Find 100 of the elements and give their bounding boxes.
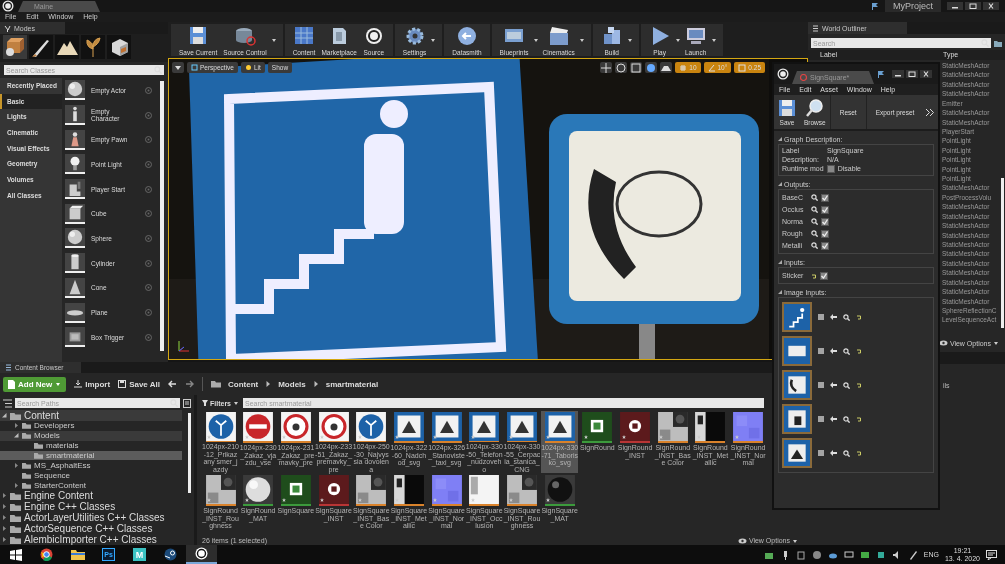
chair-icon — [65, 179, 85, 200]
folder-item[interactable]: Engine C++ Classes — [0, 501, 182, 512]
back-icon[interactable] — [167, 380, 177, 388]
arrow-left-icon[interactable] — [830, 348, 837, 354]
browser-icon[interactable] — [40, 548, 53, 561]
caret-icon[interactable] — [270, 37, 277, 43]
leaf-icon[interactable] — [81, 35, 105, 59]
caret-icon[interactable] — [532, 37, 539, 43]
star-icon — [244, 498, 249, 502]
puzzle-icon[interactable] — [875, 549, 886, 560]
help-icon — [145, 185, 152, 193]
cube-icon[interactable] — [107, 35, 131, 59]
folder-icon[interactable] — [70, 549, 85, 560]
folder-item[interactable]: ActorLayerUtilities C++ Classes — [0, 512, 182, 523]
steam-icon[interactable] — [164, 548, 177, 561]
pawn-icon — [65, 129, 85, 150]
import-button[interactable]: Import — [74, 379, 111, 389]
double-chevron-icon[interactable] — [925, 107, 934, 117]
arrow-left-icon[interactable] — [830, 382, 837, 388]
folder-item[interactable]: smartmaterial — [0, 450, 182, 461]
checkbox[interactable] — [821, 217, 829, 226]
save-all-button[interactable]: Save All — [118, 379, 160, 389]
chip-icon[interactable] — [859, 549, 870, 560]
arrow-left-icon[interactable] — [830, 450, 837, 456]
expander-icon[interactable] — [2, 526, 7, 531]
folder-item[interactable]: Sequence — [0, 470, 182, 481]
checkbox[interactable] — [820, 271, 828, 280]
mountain-icon[interactable] — [55, 35, 79, 59]
filter-icon[interactable] — [3, 398, 12, 408]
caret-icon[interactable] — [674, 37, 681, 43]
folder-item[interactable]: Engine Content — [0, 490, 182, 501]
checkbox[interactable] — [821, 241, 829, 250]
expander-icon[interactable] — [2, 413, 7, 418]
folder-item[interactable]: MS_AsphaltEss — [0, 460, 182, 471]
breadcrumb-link[interactable]: smartmaterial — [325, 379, 379, 389]
star-icon — [395, 435, 400, 439]
bulb-icon — [65, 154, 85, 175]
expander-icon[interactable] — [2, 493, 7, 498]
chevron-icon — [265, 380, 272, 388]
breadcrumb-link[interactable]: Models — [278, 379, 306, 389]
forward-icon[interactable] — [184, 380, 194, 388]
folder-item[interactable]: Content — [0, 410, 182, 421]
checkbox[interactable] — [821, 229, 829, 238]
reset-icon[interactable] — [811, 272, 817, 279]
document-icon — [8, 379, 15, 389]
expander-icon[interactable] — [2, 515, 7, 520]
folder-item[interactable]: ActorSequence C++ Classes — [0, 523, 182, 534]
folder-item[interactable]: Models — [0, 430, 182, 441]
expander-icon[interactable] — [2, 537, 7, 542]
folder-item[interactable]: Developers — [0, 421, 182, 431]
arrow-left-icon[interactable] — [830, 314, 837, 320]
maximize-icon[interactable] — [906, 70, 918, 78]
folder-item[interactable]: StarterContent — [0, 480, 182, 490]
caret-icon[interactable] — [993, 340, 999, 346]
minimize-icon[interactable] — [892, 70, 904, 78]
reset-icon[interactable] — [856, 382, 862, 388]
expander-icon[interactable] — [14, 482, 19, 488]
display-icon[interactable] — [843, 549, 854, 560]
breadcrumb-link[interactable]: Content — [227, 379, 259, 389]
checkbox[interactable] — [821, 205, 829, 214]
folder-item[interactable]: AlembicImporter C++ Classes — [0, 534, 182, 545]
checkbox[interactable] — [826, 165, 835, 173]
caret-icon[interactable] — [233, 400, 239, 406]
expander-icon[interactable] — [2, 504, 7, 509]
scrollbar[interactable] — [1001, 178, 1004, 328]
minimize-icon[interactable] — [947, 2, 963, 10]
arrow-left-icon[interactable] — [830, 416, 837, 422]
panel-icon[interactable] — [183, 398, 191, 408]
scrollbar[interactable] — [188, 413, 191, 493]
search-icon — [811, 218, 818, 225]
logo-icon[interactable] — [195, 547, 208, 560]
help-icon — [145, 160, 152, 168]
checkbox[interactable] — [821, 193, 829, 202]
caret-icon[interactable] — [792, 537, 798, 544]
help-icon — [145, 284, 152, 292]
folder-item[interactable]: materials — [0, 440, 182, 451]
device-icon[interactable] — [795, 549, 806, 560]
caret-icon[interactable] — [578, 37, 585, 43]
pen-icon[interactable] — [907, 549, 918, 560]
notification-icon[interactable] — [986, 549, 997, 560]
cube-icon — [65, 203, 85, 224]
brush-icon[interactable] — [29, 35, 53, 59]
caret-icon[interactable] — [710, 37, 717, 43]
star-icon — [621, 435, 626, 439]
box-icon[interactable] — [3, 35, 27, 59]
close-icon[interactable] — [920, 70, 932, 78]
add-new-button[interactable]: Add New — [3, 376, 67, 392]
caret-icon[interactable] — [626, 37, 633, 43]
reset-icon[interactable] — [856, 416, 862, 422]
reset-icon[interactable] — [856, 314, 862, 320]
close-icon[interactable] — [983, 2, 999, 10]
expander-icon[interactable] — [14, 462, 19, 468]
add-folder-icon[interactable] — [994, 39, 1002, 47]
reset-icon[interactable] — [856, 348, 862, 354]
shield-icon[interactable] — [811, 549, 822, 560]
windows-icon[interactable] — [9, 548, 22, 561]
caret-icon[interactable] — [430, 37, 437, 43]
reset-icon[interactable] — [856, 450, 862, 456]
maximize-icon[interactable] — [965, 2, 981, 10]
scrollbar[interactable] — [160, 81, 164, 351]
